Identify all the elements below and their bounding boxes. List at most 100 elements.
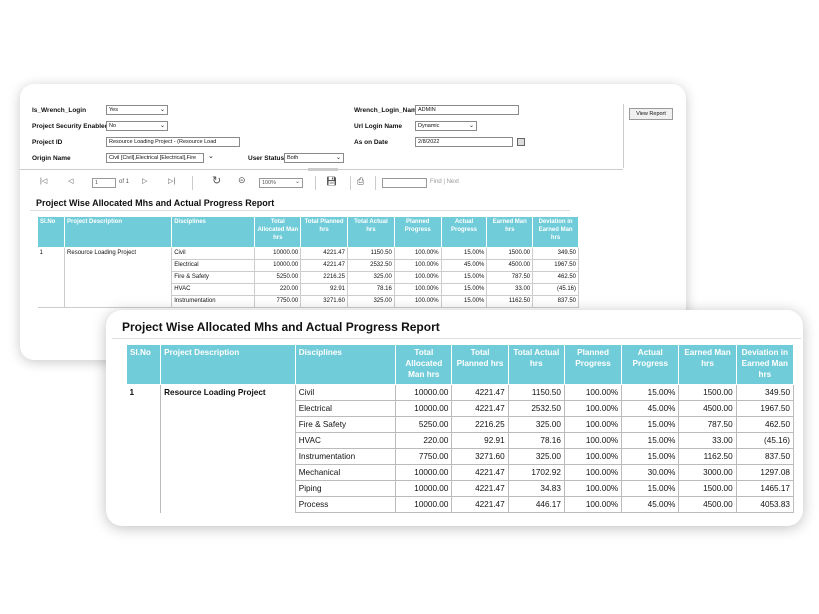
column-header: Total Actual hrs	[347, 216, 395, 248]
value-cell: 787.50	[678, 416, 737, 433]
column-header: Project Description	[64, 216, 173, 248]
chevron-down-icon: ⌄	[468, 123, 474, 129]
value-cell: 100.00%	[394, 271, 442, 284]
wrench-login-name-label: Wrench_Login_Name	[354, 107, 421, 114]
value-cell: 10000.00	[254, 247, 302, 260]
report-table: Sl.No Project Description Disciplines To…	[125, 344, 795, 513]
discipline-cell: Instrumentation	[171, 295, 256, 308]
project-id-select[interactable]: Resource Loading Project - (Resource Loa…	[106, 137, 240, 147]
user-status-select[interactable]: Both ⌄	[284, 153, 344, 163]
wrench-login-name-input[interactable]: ADMIN	[415, 105, 519, 115]
discipline-cell: Civil	[295, 384, 397, 401]
discipline-cell: Civil	[171, 247, 256, 260]
toolbar-divider	[375, 176, 376, 190]
column-header: Disciplines	[294, 344, 397, 385]
value-cell: 787.50	[486, 271, 534, 284]
column-header: Earned Man hrs	[486, 216, 534, 248]
splitter-handle[interactable]	[308, 168, 338, 171]
view-report-button[interactable]: View Report	[629, 108, 673, 120]
value-cell: 100.00%	[564, 432, 623, 449]
value-cell: (45.16)	[736, 432, 795, 449]
value-cell: 1702.92	[508, 464, 565, 481]
report-title: Project Wise Allocated Mhs and Actual Pr…	[36, 198, 275, 208]
value-cell: 30.00%	[621, 464, 680, 481]
table-header-row: Sl.No Project Description Disciplines To…	[36, 216, 579, 248]
is-wrench-login-label: Is_Wrench_Login	[32, 107, 87, 114]
value-cell: 100.00%	[564, 480, 623, 497]
calendar-icon[interactable]	[517, 138, 525, 146]
is-wrench-login-select[interactable]: Yes ⌄	[106, 105, 168, 115]
value-cell: 33.00	[678, 432, 737, 449]
chevron-down-icon: ⌄	[294, 179, 300, 185]
discipline-cell: HVAC	[295, 432, 397, 449]
find-next-links[interactable]: Find | Next	[430, 179, 459, 185]
table-header-row: Sl.No Project Description Disciplines To…	[125, 344, 795, 385]
report-toolbar: |◁ ◁ 1 of 1 ▷ ▷| ↻ ⊝ 100% ⌄ 💾︎ ⎙ Find | N…	[32, 172, 582, 194]
value-cell: 325.00	[347, 271, 395, 284]
value-cell: 2216.25	[300, 271, 348, 284]
chevron-down-icon: ⌄	[159, 123, 165, 129]
value-cell: 4221.47	[451, 496, 509, 513]
refresh-icon[interactable]: ↻	[212, 174, 221, 187]
value-cell: 7750.00	[395, 448, 453, 465]
column-header: Total Actual hrs	[507, 344, 565, 385]
value-cell: 100.00%	[394, 247, 442, 260]
value-cell: 325.00	[347, 295, 395, 308]
back-icon[interactable]: ⊝	[238, 175, 246, 186]
column-header: Total Planned hrs	[451, 344, 509, 385]
value-cell: 2216.25	[451, 416, 509, 433]
next-page-icon[interactable]: ▷	[142, 177, 147, 185]
value-cell: 7750.00	[254, 295, 302, 308]
chevron-down-icon[interactable]: ⌄	[208, 152, 214, 160]
discipline-cell: HVAC	[171, 283, 256, 296]
value-cell: 1150.50	[508, 384, 565, 401]
column-header: Sl.No	[125, 344, 162, 385]
value-cell: 34.83	[508, 480, 565, 497]
value-cell: 462.50	[532, 271, 579, 284]
value-cell: 4221.47	[300, 247, 348, 260]
project-security-select[interactable]: No ⌄	[106, 121, 168, 131]
report-table: Sl.No Project Description Disciplines To…	[36, 216, 579, 308]
value-cell: 92.91	[300, 283, 348, 296]
discipline-cell: Instrumentation	[295, 448, 397, 465]
value-cell: 220.00	[395, 432, 453, 449]
discipline-cell: Fire & Safety	[171, 271, 256, 284]
column-header: Deviation in Earned Man hrs	[735, 344, 795, 385]
first-page-icon[interactable]: |◁	[40, 177, 47, 185]
report-zoom-card: Project Wise Allocated Mhs and Actual Pr…	[106, 310, 803, 526]
value-cell: 15.00%	[441, 295, 488, 308]
column-header: Total Allocated Man hrs	[395, 344, 453, 385]
last-page-icon[interactable]: ▷|	[168, 177, 175, 185]
divider	[112, 338, 801, 339]
column-header: Sl.No	[36, 216, 66, 248]
value-cell: 446.17	[508, 496, 565, 513]
chevron-down-icon: ⌄	[335, 155, 341, 161]
value-cell: 100.00%	[564, 496, 623, 513]
column-header: Earned Man hrs	[678, 344, 737, 385]
toolbar-divider	[350, 176, 351, 190]
value-cell: 33.00	[486, 283, 534, 296]
value-cell: 325.00	[508, 416, 565, 433]
value-cell: 10000.00	[395, 480, 453, 497]
save-icon[interactable]: 💾︎	[326, 176, 337, 187]
find-input[interactable]	[382, 178, 427, 188]
zoom-select[interactable]: 100% ⌄	[259, 178, 303, 188]
column-header: Total Planned hrs	[300, 216, 348, 248]
value-cell: 1162.50	[486, 295, 534, 308]
project-cell: Resource Loading Project	[64, 247, 173, 308]
print-icon[interactable]: ⎙	[357, 176, 364, 187]
value-cell: 1500.00	[678, 384, 737, 401]
column-header: Planned Progress	[393, 216, 442, 248]
url-login-name-select[interactable]: Dynamic ⌄	[415, 121, 477, 131]
value-cell: 4221.47	[451, 480, 509, 497]
as-on-date-input[interactable]: 2/8/2022	[415, 137, 513, 147]
page-number-input[interactable]: 1	[92, 178, 116, 188]
column-header: Disciplines	[171, 216, 256, 248]
value-cell: 462.50	[736, 416, 795, 433]
project-id-label: Project ID	[32, 139, 63, 146]
column-header: Deviation in Earned Man hrs	[532, 216, 579, 248]
prev-page-icon[interactable]: ◁	[68, 177, 73, 185]
origin-name-select[interactable]: Civil [Civil],Electrical [Electrical],Fi…	[106, 153, 204, 163]
value-cell: 837.50	[532, 295, 579, 308]
value-cell: 100.00%	[564, 416, 623, 433]
